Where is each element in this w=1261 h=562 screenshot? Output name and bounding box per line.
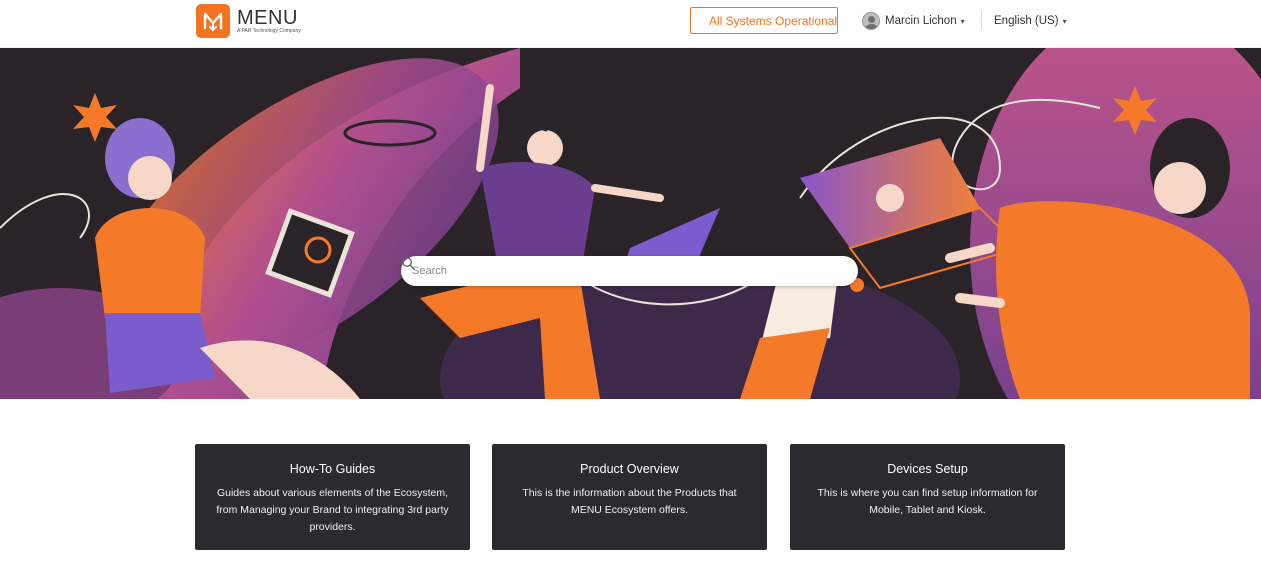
logo-wordmark: MENU [237,6,298,29]
search-icon [402,257,415,270]
card-product-overview[interactable]: Product Overview This is the information… [492,444,767,550]
user-avatar-icon [862,12,880,30]
card-description: This is the information about the Produc… [522,487,737,516]
card-how-to-guides[interactable]: How-To Guides Guides about various eleme… [195,444,470,550]
system-status-button[interactable]: All Systems Operational [690,7,838,34]
card-devices-setup[interactable]: Devices Setup This is where you can find… [790,444,1065,550]
chevron-down-icon: ▾ [960,16,965,26]
card-description: This is where you can find setup informa… [817,487,1038,516]
card-title: Devices Setup [887,462,968,476]
user-name: Marcin Lichon [885,15,957,27]
language-selector[interactable]: English (US) ▾ [994,12,1067,30]
hero-banner [0,48,1261,399]
search-bar[interactable] [401,256,858,286]
logo-tagline: A PAR Technology Company [237,27,301,34]
language-label: English (US) [994,15,1059,27]
header-divider [981,11,982,29]
people-with-devices-illustration [0,48,1261,399]
card-title: How-To Guides [289,462,376,476]
system-status-label: All Systems Operational [709,13,838,28]
menu-logo[interactable]: MENU A PAR Technology Company [196,3,301,39]
card-description: Guides about various elements of the Eco… [216,487,449,533]
search-input[interactable] [412,265,812,277]
top-header: MENU A PAR Technology Company All System… [0,0,1261,48]
card-title: Product Overview [580,462,679,476]
chevron-down-icon: ▾ [1062,16,1067,26]
logo-mark-icon [196,4,230,38]
user-menu[interactable]: Marcin Lichon ▾ [862,11,965,31]
